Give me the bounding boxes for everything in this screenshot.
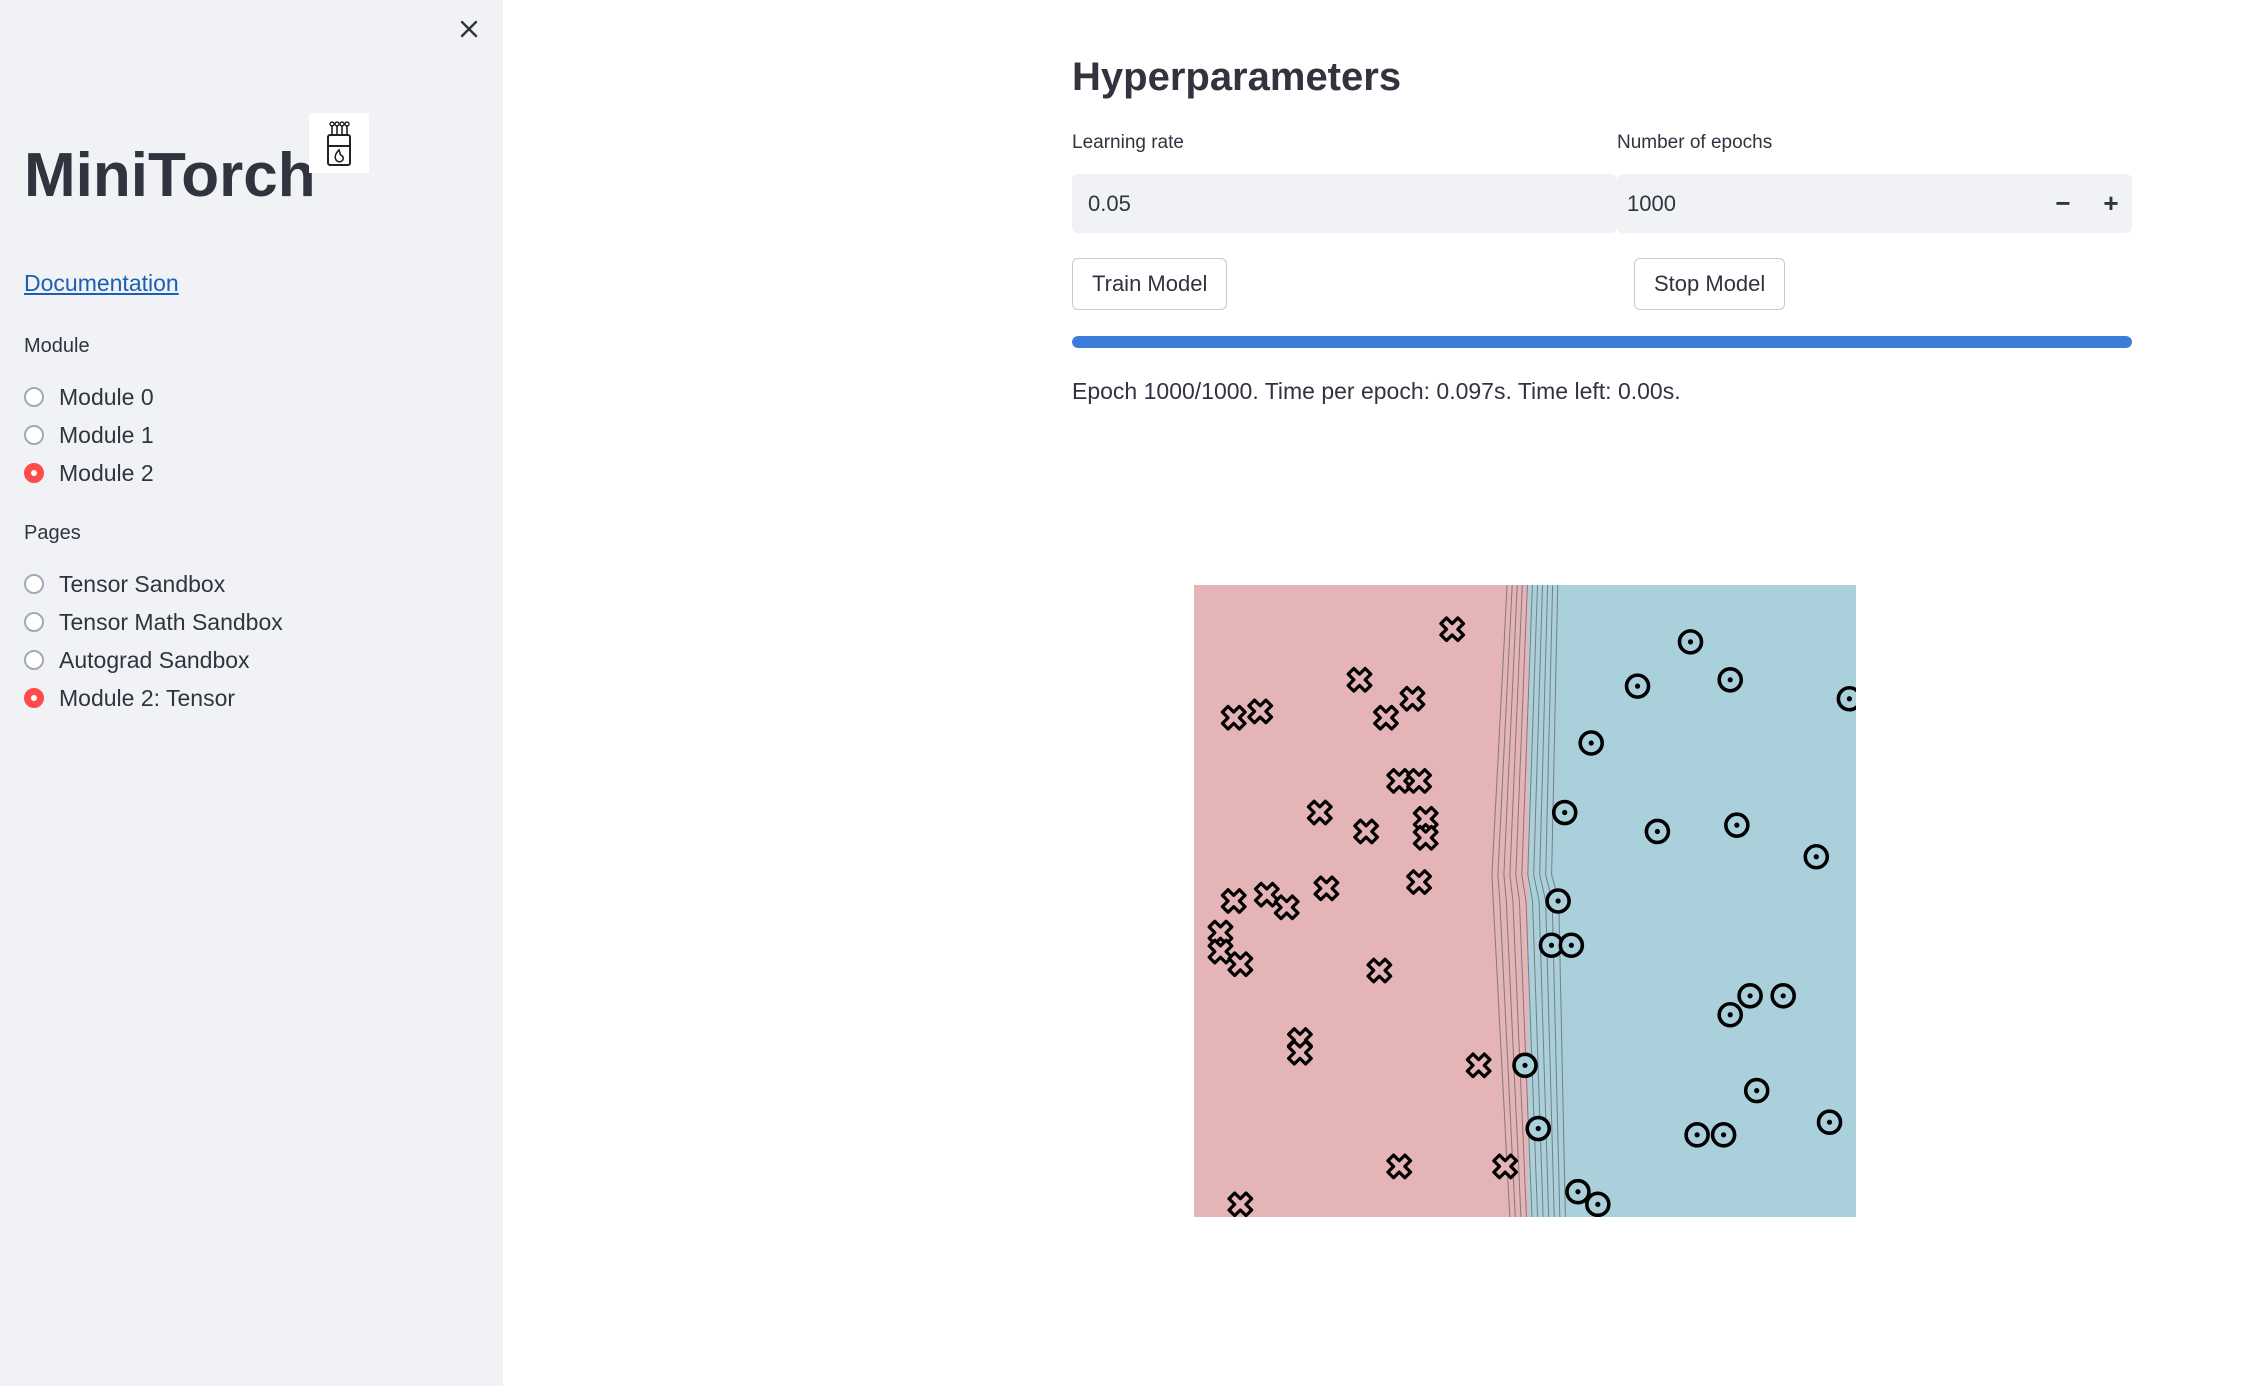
o-marker-center xyxy=(1654,828,1660,835)
o-marker-center xyxy=(1535,1125,1541,1132)
o-marker-center xyxy=(1522,1062,1528,1068)
increment-button[interactable]: + xyxy=(2088,174,2134,233)
radio-module-1[interactable]: Module 1 xyxy=(24,416,154,454)
radio-indicator xyxy=(24,650,44,670)
radio-indicator-selected xyxy=(24,463,44,483)
o-marker-center xyxy=(1562,809,1568,816)
radio-label: Module 0 xyxy=(59,383,154,410)
sidebar: MiniTorch Documentation Module Module 0 … xyxy=(0,0,503,1386)
o-marker-center xyxy=(1813,854,1819,860)
o-marker-center xyxy=(1721,1132,1727,1138)
radio-label: Tensor Sandbox xyxy=(59,570,226,597)
radio-module-2[interactable]: Module 2 xyxy=(24,454,154,492)
radio-label: Module 2 xyxy=(59,459,154,486)
scatter-plot-svg xyxy=(1194,585,1856,1217)
o-marker-center xyxy=(1575,1189,1581,1195)
o-marker-center xyxy=(1595,1201,1601,1207)
epochs-label: Number of epochs xyxy=(1617,132,1773,153)
o-marker-center xyxy=(1826,1119,1833,1125)
o-marker-center xyxy=(1687,639,1694,645)
o-marker-center xyxy=(1780,993,1786,999)
o-marker-center xyxy=(1846,696,1852,702)
radio-indicator xyxy=(24,612,44,632)
o-marker-center xyxy=(1568,942,1574,948)
radio-indicator-selected xyxy=(24,688,44,708)
o-marker-center xyxy=(1754,1088,1760,1094)
training-progress-bar xyxy=(1072,336,2132,348)
radio-label: Tensor Math Sandbox xyxy=(59,608,283,635)
o-marker-center xyxy=(1727,1012,1733,1018)
radio-label: Module 1 xyxy=(59,421,154,448)
radio-indicator xyxy=(24,425,44,445)
decrement-button[interactable]: − xyxy=(2040,174,2086,233)
radio-indicator xyxy=(24,387,44,407)
radio-page-tensor-sandbox[interactable]: Tensor Sandbox xyxy=(24,565,283,603)
o-marker-center xyxy=(1588,740,1594,746)
learning-rate-input[interactable]: 0.05 xyxy=(1072,174,1617,233)
o-marker-center xyxy=(1747,993,1753,999)
radio-page-module-2-tensor[interactable]: Module 2: Tensor xyxy=(24,679,283,717)
radio-page-autograd-sandbox[interactable]: Autograd Sandbox xyxy=(24,641,283,679)
module-group-label: Module xyxy=(24,335,90,357)
radio-page-tensor-math-sandbox[interactable]: Tensor Math Sandbox xyxy=(24,603,283,641)
main-content: Hyperparameters Learning rate Number of … xyxy=(503,0,2248,1386)
o-marker-center xyxy=(1634,683,1641,689)
o-marker-center xyxy=(1555,898,1561,904)
documentation-link[interactable]: Documentation xyxy=(24,270,179,297)
pages-radio-group: Tensor Sandbox Tensor Math Sandbox Autog… xyxy=(24,565,283,717)
training-status-text: Epoch 1000/1000. Time per epoch: 0.097s.… xyxy=(1072,378,1681,404)
train-model-button[interactable]: Train Model xyxy=(1072,258,1228,310)
pages-group-label: Pages xyxy=(24,522,81,544)
matchbox-icon xyxy=(327,121,351,166)
stop-model-button[interactable]: Stop Model xyxy=(1634,258,1786,310)
radio-indicator xyxy=(24,574,44,594)
o-marker-center xyxy=(1694,1132,1700,1138)
radio-label: Module 2: Tensor xyxy=(59,684,236,711)
radio-module-0[interactable]: Module 0 xyxy=(24,378,154,416)
decision-boundary-plot xyxy=(1194,585,1856,1217)
learning-rate-label: Learning rate xyxy=(1072,132,1184,153)
module-radio-group: Module 0 Module 1 Module 2 xyxy=(24,378,154,492)
o-marker-center xyxy=(1734,822,1740,828)
o-marker-center xyxy=(1548,942,1555,948)
radio-label: Autograd Sandbox xyxy=(59,646,250,673)
o-marker-center xyxy=(1727,677,1733,683)
app-title: MiniTorch xyxy=(24,141,316,210)
progress-fill xyxy=(1072,336,2132,348)
close-icon xyxy=(460,20,478,38)
section-title: Hyperparameters xyxy=(1072,55,1402,99)
close-sidebar-button[interactable] xyxy=(454,14,484,44)
minitorch-logo xyxy=(309,113,369,173)
